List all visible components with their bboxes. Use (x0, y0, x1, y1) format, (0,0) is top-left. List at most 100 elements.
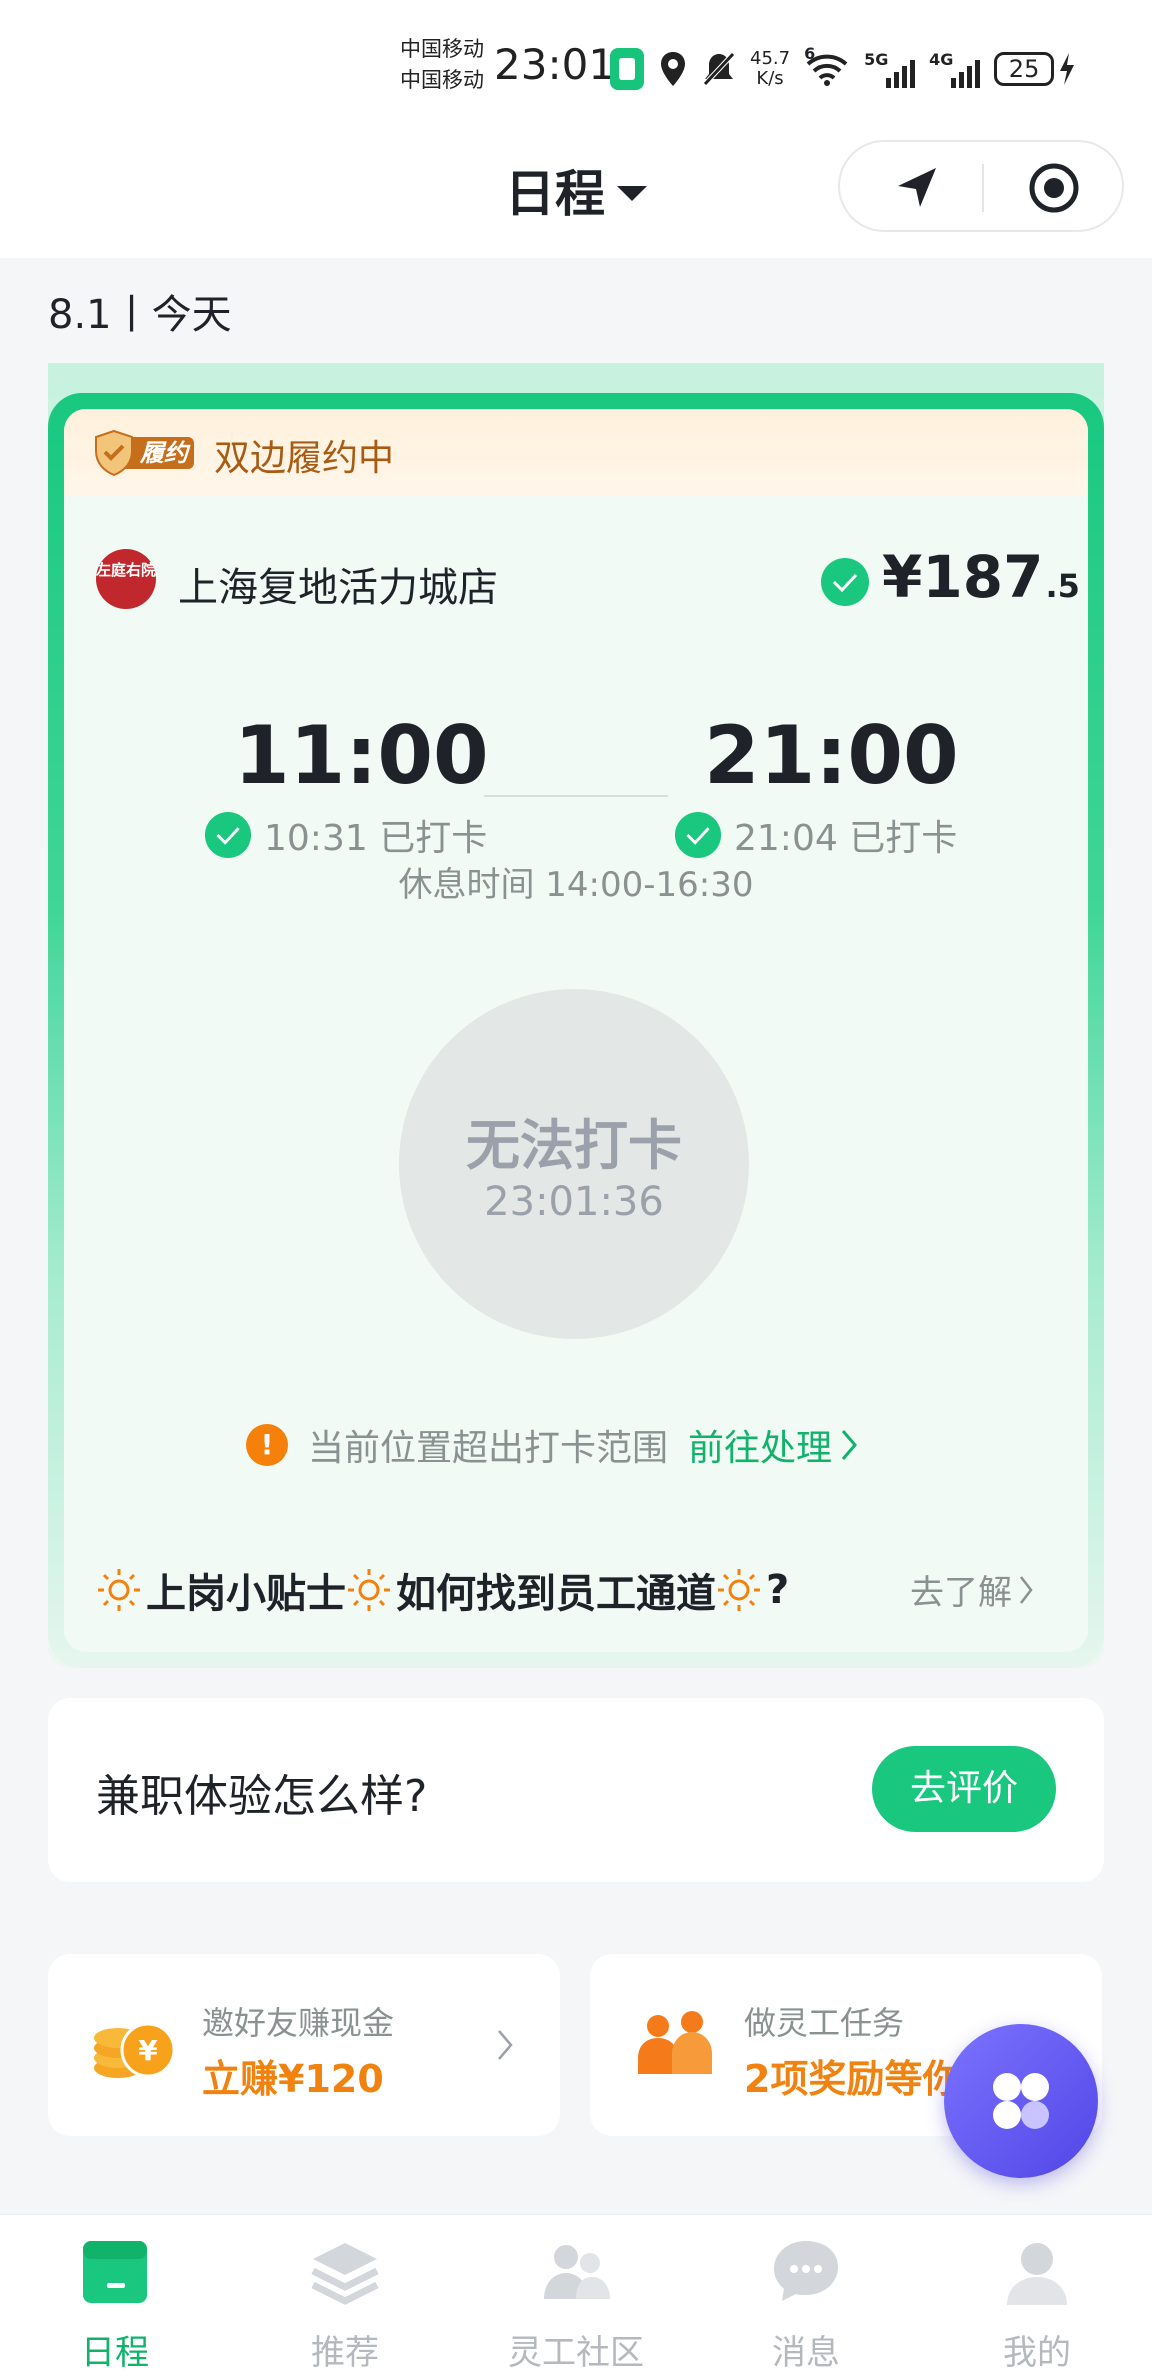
grid-dots-icon (993, 2073, 1049, 2129)
date-label: 8.1丨今天 (48, 292, 232, 338)
tips-more-text: 去了解 (910, 1573, 1012, 1613)
page-title: 日程 (505, 165, 605, 223)
end-punch-text: 21:04 已打卡 (734, 818, 958, 859)
navigation-arrow-icon (898, 168, 936, 207)
capsule-divider (982, 164, 984, 212)
navigate-button[interactable] (886, 158, 946, 218)
tips-title-1: 上岗小贴士 (146, 1571, 346, 1617)
battery-level: 25 (994, 52, 1055, 86)
invite-reward: 立赚¥120 (202, 2057, 384, 2101)
invite-friends-card[interactable]: ¥ 邀好友赚现金 立赚¥120 (48, 1954, 560, 2136)
community-icon (544, 2245, 610, 2299)
shift-card: 履约 双边履约中 左庭右院 上海复地活力城店 ¥187 .5 11:00 21:… (64, 409, 1088, 1652)
end-punch-record: 21:04 已打卡 (674, 809, 957, 861)
check-circle-icon (821, 558, 869, 606)
floating-menu-button[interactable] (944, 2024, 1098, 2178)
chevron-right-icon (841, 1430, 858, 1460)
message-icon (774, 2241, 838, 2301)
price-decimal: .5 (1045, 567, 1080, 605)
signal-4g-icon: 4G (929, 50, 981, 88)
battery-icon: 25 (994, 51, 1076, 87)
warning-icon: ! (246, 1424, 288, 1466)
tab-label: 日程 (81, 2333, 149, 2373)
store-logo: 左庭右院 (96, 549, 156, 609)
tips-title: 上岗小贴士 如何找到员工通道 ? (96, 1561, 789, 1619)
net-speed-value: 45.7 (750, 48, 791, 69)
invite-subtitle: 邀好友赚现金 (202, 2004, 395, 2042)
caret-down-icon (617, 185, 647, 201)
schedule-dropdown[interactable]: 日程 (505, 154, 647, 226)
tips-title-2: 如何找到员工通道 (396, 1571, 716, 1617)
tab-community[interactable]: 灵工社区 (461, 2215, 691, 2377)
app-notification-icon (610, 48, 644, 90)
shift-pay: ¥187 .5 (882, 543, 1080, 611)
status-bar: 中国移动 中国移动 23:01 45.7 K/s 6 5G 4G 25 (0, 0, 1152, 130)
sim1-tag: 5G (864, 50, 889, 69)
fulfill-status-bar: 履约 双边履约中 (64, 409, 1088, 495)
location-warning: ! 当前位置超出打卡范围 前往处理 (246, 1419, 858, 1471)
status-icons: 45.7 K/s 6 5G 4G 25 (610, 44, 1076, 94)
tab-label: 消息 (772, 2333, 840, 2373)
carrier-1: 中国移动 (400, 37, 484, 61)
mute-bell-icon (703, 52, 735, 86)
layers-icon (311, 2243, 379, 2305)
bottom-tab-bar: 日程 推荐 灵工社区 消息 我的 (0, 2214, 1152, 2377)
review-question: 兼职体验怎么样? (96, 1771, 428, 1822)
header: 日程 (0, 130, 1152, 258)
wifi-tag: 6 (804, 44, 816, 63)
tab-profile[interactable]: 我的 (922, 2215, 1152, 2377)
sun-icon (718, 1569, 760, 1611)
shift-card-border: 履约 双边履约中 左庭右院 上海复地活力城店 ¥187 .5 11:00 21:… (48, 393, 1104, 1668)
fulfill-badge-text: 履约 (140, 439, 188, 467)
time-divider (484, 795, 668, 797)
profile-icon (1007, 2243, 1067, 2305)
close-miniapp-button[interactable] (1024, 158, 1084, 218)
tab-recommend[interactable]: 推荐 (230, 2215, 460, 2377)
charging-icon (1060, 53, 1075, 85)
svg-text:¥: ¥ (138, 2034, 158, 2067)
tab-label: 我的 (1003, 2333, 1071, 2373)
tips-learn-more-link[interactable]: 去了解 (910, 1565, 1034, 1614)
fulfill-badge: 履约 (92, 429, 196, 477)
net-speed-unit: K/s (756, 68, 784, 89)
shift-card-wrapper: 履约 双边履约中 左庭右院 上海复地活力城店 ¥187 .5 11:00 21:… (48, 363, 1104, 1668)
tips-title-3: ? (766, 1567, 790, 1613)
punch-button-clock: 23:01:36 (484, 1179, 664, 1225)
price-main: ¥187 (882, 543, 1044, 611)
review-card: 兼职体验怎么样? 去评价 (48, 1698, 1104, 1882)
chevron-right-icon (1020, 1575, 1033, 1604)
carrier-2: 中国移动 (400, 68, 484, 92)
start-punch-text: 10:31 已打卡 (264, 818, 488, 859)
gig-task-reward: 2项奖励等你 (744, 2057, 961, 2101)
chevron-right-icon (498, 2030, 513, 2060)
shift-end-time: 21:00 (704, 709, 959, 802)
gig-task-subtitle: 做灵工任务 (744, 2004, 905, 2042)
status-time: 23:01 (494, 40, 616, 89)
people-icon (638, 2011, 712, 2074)
warning-text: 当前位置超出打卡范围 (308, 1428, 669, 1469)
sim2-tag: 4G (929, 50, 954, 69)
coins-icon: ¥ (94, 2022, 176, 2078)
tab-label: 灵工社区 (508, 2333, 644, 2373)
miniapp-capsule (838, 140, 1124, 232)
calendar-icon (83, 2241, 147, 2303)
punch-button-label: 无法打卡 (466, 1114, 682, 1177)
punch-button[interactable]: 无法打卡 23:01:36 (399, 989, 749, 1339)
location-icon (661, 52, 685, 86)
store-name[interactable]: 上海复地活力城店 (178, 555, 498, 613)
sun-icon (98, 1569, 140, 1611)
review-button[interactable]: 去评价 (872, 1746, 1056, 1832)
carrier-labels: 中国移动 中国移动 (400, 34, 484, 96)
handle-location-link[interactable]: 前往处理 (688, 1419, 858, 1471)
check-circle-icon (204, 811, 252, 859)
tab-label: 推荐 (311, 2333, 379, 2373)
shift-start-time: 11:00 (234, 709, 489, 802)
signal-5g-icon: 5G (864, 50, 916, 88)
wifi-icon: 6 (804, 44, 850, 88)
tab-messages[interactable]: 消息 (691, 2215, 921, 2377)
tab-schedule[interactable]: 日程 (0, 2215, 230, 2377)
target-icon (1029, 163, 1079, 213)
net-speed: 45.7 K/s (750, 49, 790, 89)
check-circle-icon (674, 811, 722, 859)
rest-time: 休息时间 14:00-16:30 (398, 865, 754, 905)
